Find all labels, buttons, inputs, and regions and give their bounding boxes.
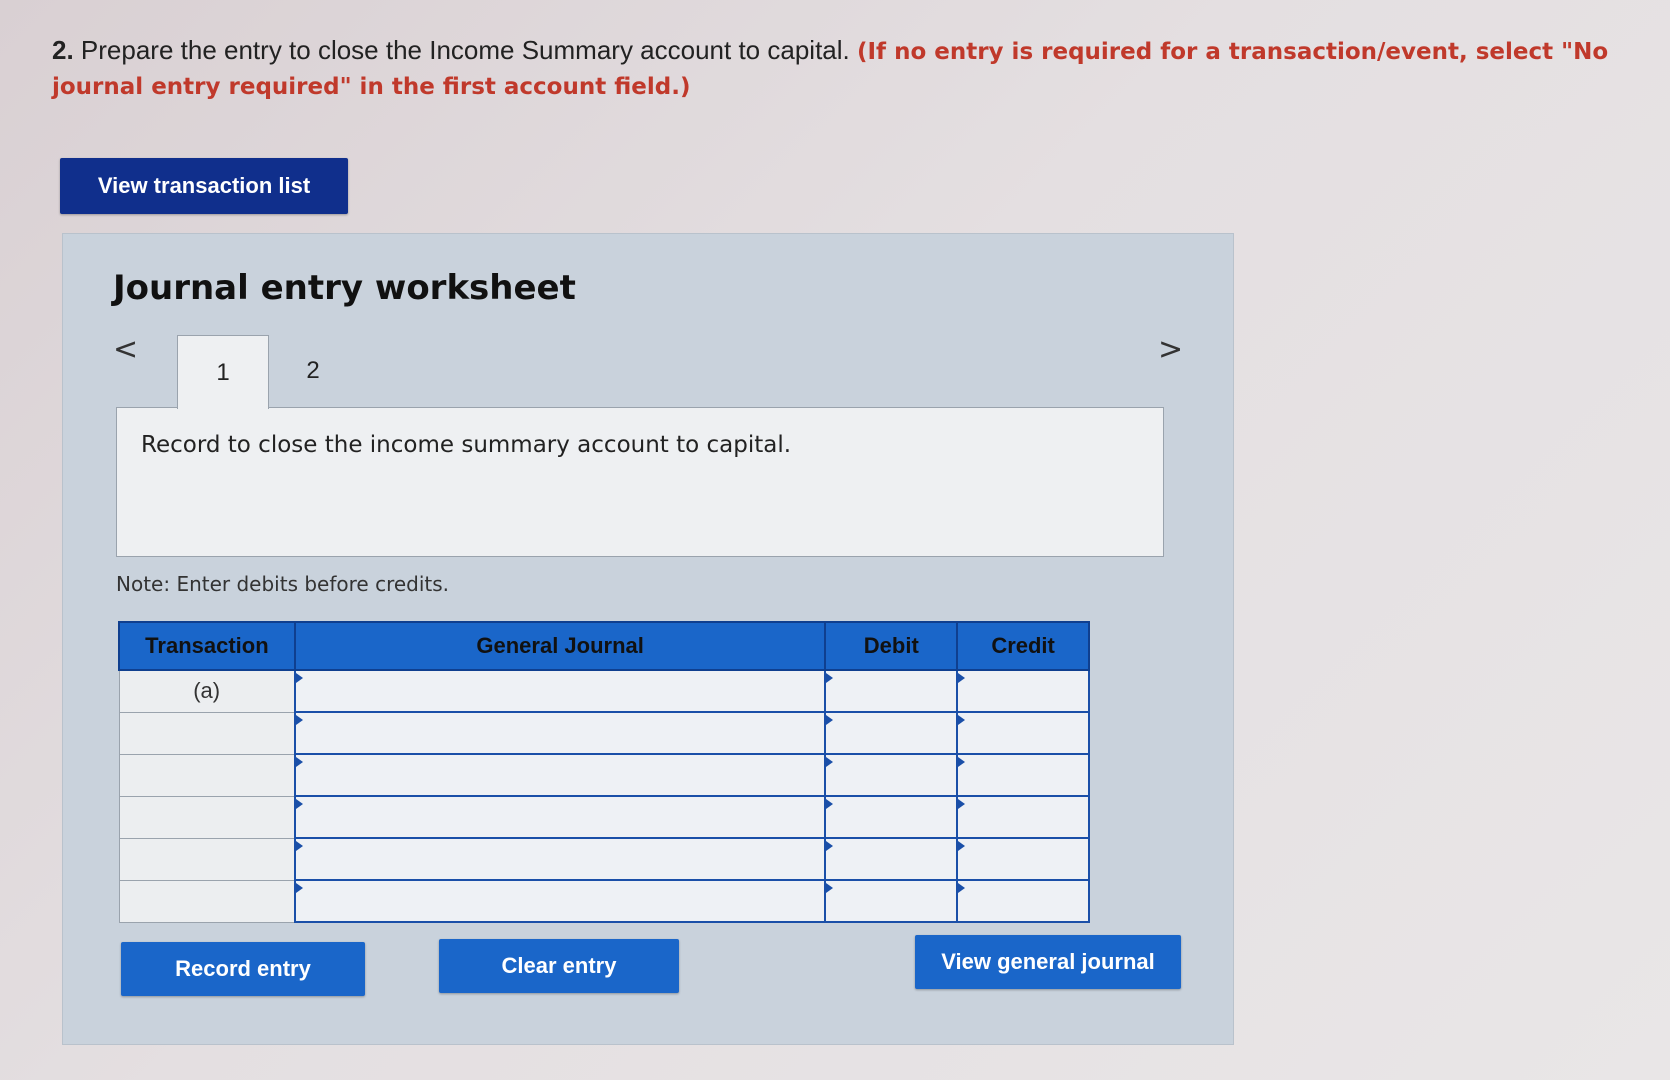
credit-field[interactable] xyxy=(956,753,1090,797)
header-transaction: Transaction xyxy=(118,621,296,671)
debit-field[interactable] xyxy=(824,879,959,923)
transaction-cell xyxy=(118,753,296,797)
debit-field[interactable] xyxy=(824,837,959,881)
header-credit: Credit xyxy=(956,621,1090,671)
transaction-cell xyxy=(118,711,296,755)
header-general-journal: General Journal xyxy=(293,621,827,671)
table-row: (a) xyxy=(118,669,1090,713)
account-field[interactable] xyxy=(293,669,827,713)
question-number: 2. xyxy=(52,35,74,65)
chevron-right-icon[interactable]: > xyxy=(1158,332,1183,367)
account-field[interactable] xyxy=(293,795,827,839)
account-field[interactable] xyxy=(293,753,827,797)
worksheet-title: Journal entry worksheet xyxy=(113,268,576,308)
journal-table: Transaction General Journal Debit Credit… xyxy=(118,621,1090,923)
debit-field[interactable] xyxy=(824,753,959,797)
transaction-cell xyxy=(118,879,296,923)
account-field[interactable] xyxy=(293,711,827,755)
debit-field[interactable] xyxy=(824,669,959,713)
debit-field[interactable] xyxy=(824,795,959,839)
view-general-journal-button[interactable]: View general journal xyxy=(915,935,1181,989)
transaction-cell xyxy=(118,837,296,881)
header-debit: Debit xyxy=(824,621,959,671)
record-description: Record to close the income summary accou… xyxy=(141,432,792,458)
tab-1[interactable]: 1 xyxy=(177,335,269,409)
tab-2[interactable]: 2 xyxy=(268,335,358,407)
credit-field[interactable] xyxy=(956,711,1090,755)
transaction-cell xyxy=(118,795,296,839)
entry-note: Note: Enter debits before credits. xyxy=(116,572,450,596)
chevron-left-icon[interactable]: < xyxy=(113,332,138,367)
record-entry-button[interactable]: Record entry xyxy=(121,942,365,996)
credit-field[interactable] xyxy=(956,669,1090,713)
table-row xyxy=(118,753,1090,797)
table-row xyxy=(118,795,1090,839)
table-row xyxy=(118,711,1090,755)
view-transaction-list-button[interactable]: View transaction list xyxy=(60,158,348,214)
table-row xyxy=(118,837,1090,881)
table-row xyxy=(118,879,1090,923)
question-text: Prepare the entry to close the Income Su… xyxy=(80,35,850,65)
question-prompt: 2. Prepare the entry to close the Income… xyxy=(52,34,1632,104)
credit-field[interactable] xyxy=(956,837,1090,881)
clear-entry-button[interactable]: Clear entry xyxy=(439,939,679,993)
credit-field[interactable] xyxy=(956,795,1090,839)
account-field[interactable] xyxy=(293,837,827,881)
debit-field[interactable] xyxy=(824,711,959,755)
transaction-cell: (a) xyxy=(118,669,296,713)
record-description-box: Record to close the income summary accou… xyxy=(116,407,1164,557)
journal-entry-worksheet: Journal entry worksheet < > 1 2 Record t… xyxy=(62,233,1234,1045)
credit-field[interactable] xyxy=(956,879,1090,923)
account-field[interactable] xyxy=(293,879,827,923)
